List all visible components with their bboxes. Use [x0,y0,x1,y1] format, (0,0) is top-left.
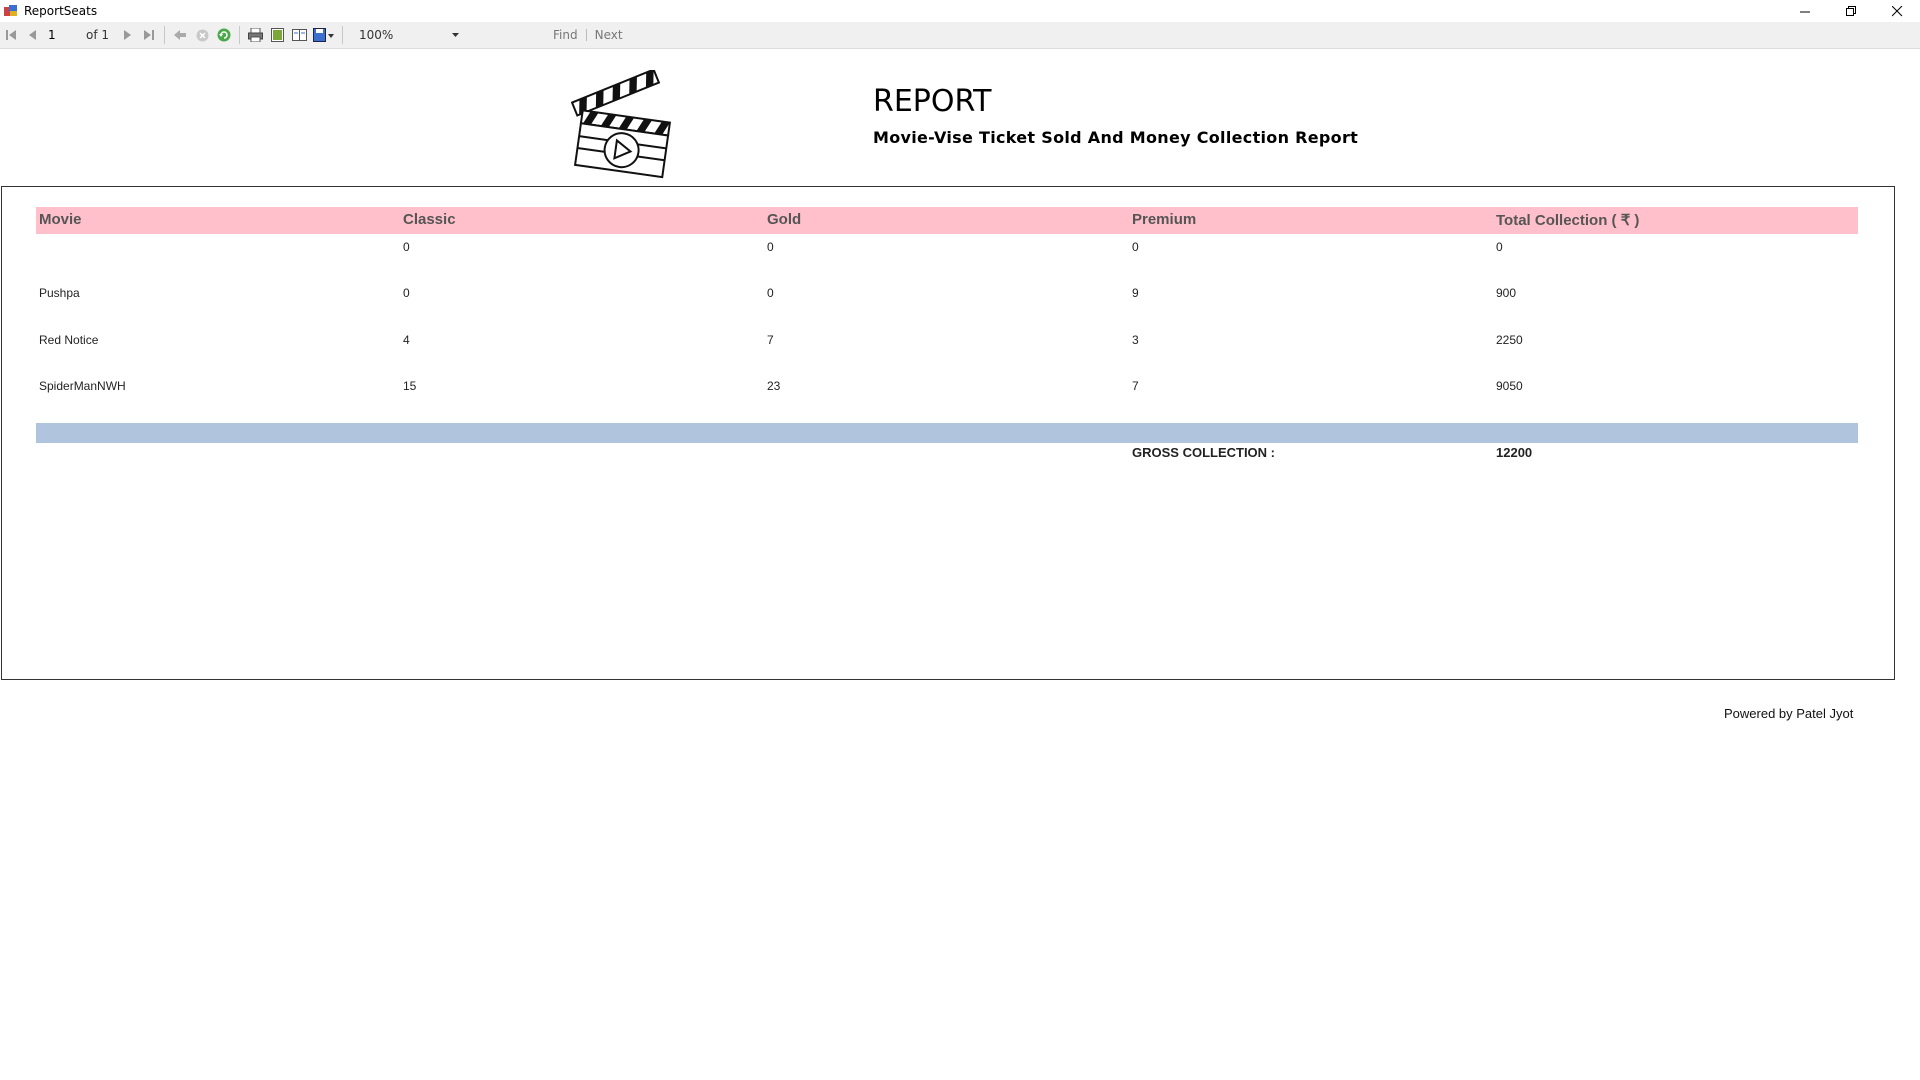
report-footer: Powered by Patel Jyot [1724,706,1854,721]
cell-gold: 23 [767,379,781,393]
back-button[interactable] [169,24,191,46]
previous-page-button[interactable] [22,24,44,46]
previous-page-icon [29,30,36,40]
cell-classic: 15 [403,379,417,393]
refresh-icon [217,28,231,42]
stop-icon [196,29,208,41]
cell-movie: SpiderManNWH [39,379,126,393]
report-toolbar: of 1 100% Find Next [0,22,1920,49]
clapperboard-logo-icon [571,70,672,179]
last-page-icon [144,30,154,40]
column-header-total-collection: Total Collection ( ₹ ) [1496,212,1640,229]
zoom-dropdown[interactable]: 100% [353,25,465,45]
cell-premium: 3 [1132,333,1139,347]
report-title: REPORT [873,84,992,119]
find-button[interactable]: Find [545,28,586,42]
cell-gold: 0 [767,286,774,300]
gross-collection-label: GROSS COLLECTION : [1132,445,1275,460]
cell-total: 9050 [1496,379,1523,393]
chevron-down-icon [452,33,459,37]
table-row: SpiderManNWH 15 23 7 9050 [36,379,1858,399]
close-icon [1891,5,1902,16]
column-header-premium: Premium [1132,211,1197,228]
gross-collection-value: 12200 [1496,445,1533,460]
next-page-icon [124,30,131,40]
toolbar-separator [164,26,165,44]
window-title: ReportSeats [24,4,98,18]
print-layout-icon [270,28,284,42]
toolbar-separator [342,26,343,44]
next-page-button[interactable] [116,24,138,46]
total-separator-bar [36,423,1858,443]
column-header-movie: Movie [39,211,82,228]
page-setup-button[interactable] [288,24,310,46]
first-page-icon [6,30,16,40]
cell-gold: 7 [767,333,774,347]
page-count-label: of 1 [86,28,110,42]
first-page-button[interactable] [0,24,22,46]
page-number-input[interactable] [44,25,80,45]
find-input[interactable] [471,25,545,45]
page-setup-icon [291,29,307,41]
export-button[interactable] [310,24,338,46]
toolbar-separator [239,26,240,44]
print-button[interactable] [244,24,266,46]
refresh-button[interactable] [213,24,235,46]
cell-movie: Pushpa [39,286,80,300]
printer-icon [247,28,263,42]
cell-movie: Red Notice [39,333,99,347]
save-export-icon [313,28,334,42]
minimize-icon [1799,11,1810,12]
restore-button[interactable] [1828,0,1874,22]
close-button[interactable] [1874,0,1920,22]
cell-total: 2250 [1496,333,1523,347]
cell-gold: 0 [767,240,774,254]
back-arrow-icon [174,30,186,40]
report-subtitle: Movie-Vise Ticket Sold And Money Collect… [873,128,1359,147]
cell-premium: 9 [1132,286,1139,300]
table-row: 0 0 0 0 [36,240,1858,260]
restore-icon [1845,5,1856,16]
stop-button[interactable] [191,24,213,46]
last-page-button[interactable] [138,24,160,46]
cell-classic: 4 [403,333,410,347]
print-layout-button[interactable] [266,24,288,46]
cell-classic: 0 [403,240,410,254]
report-page: REPORT Movie-Vise Ticket Sold And Money … [0,50,1920,1080]
find-next-button[interactable]: Next [587,28,631,42]
cell-premium: 0 [1132,240,1139,254]
table-row: Pushpa 0 0 9 900 [36,286,1858,306]
cell-total: 0 [1496,240,1503,254]
zoom-value: 100% [359,28,394,42]
table-row: Red Notice 4 7 3 2250 [36,333,1858,353]
column-header-gold: Gold [767,211,802,228]
cell-total: 900 [1496,286,1517,300]
table-header-row: Movie Classic Gold Premium Total Collect… [36,207,1858,234]
minimize-button[interactable] [1782,0,1828,22]
column-header-classic: Classic [403,211,456,228]
app-icon [4,5,18,17]
window-titlebar: ReportSeats [0,0,1920,22]
cell-premium: 7 [1132,379,1139,393]
cell-classic: 0 [403,286,410,300]
